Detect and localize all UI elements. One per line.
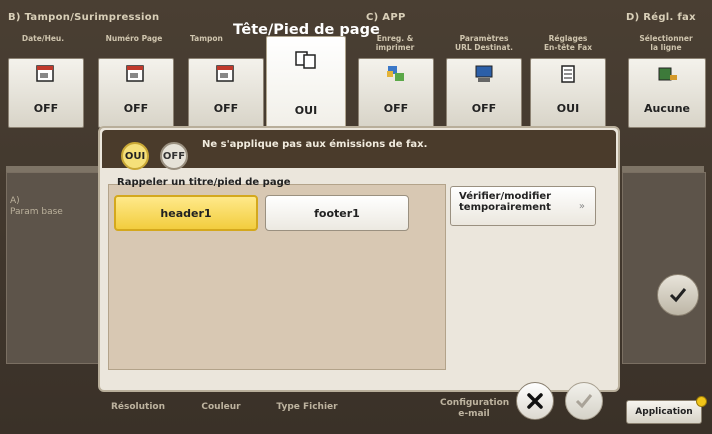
tile-value: OFF [471,102,497,115]
check-icon [575,394,593,409]
tile-label-url-destination: Paramètres URL Destinat. [454,34,514,52]
tile-value: OFF [123,102,149,115]
tile-fax-header[interactable]: OUI [530,58,606,128]
tile-value: OFF [213,102,239,115]
bottom-file-type[interactable]: Type Fichier [272,402,342,412]
application-button[interactable]: Application [626,400,702,424]
double-chevron-right-icon: » [578,201,585,212]
tile-label-stamp: Tampon [190,34,223,43]
tile-value: OUI [294,104,318,117]
screen: B) Tampon/Surimpression C) APP D) Régl. … [0,0,712,434]
tile-label-date: Date/Heu. [21,34,65,43]
toggle-off-button[interactable]: OFF [160,142,188,170]
tile-url-destination[interactable]: OFF [446,58,522,128]
fax-note: Ne s'applique pas aux émissions de fax. [202,139,428,150]
left-panel-text: A) Param base [10,196,63,217]
save-print-icon [387,66,404,81]
right-panel [622,172,706,364]
fax-header-icon [561,65,575,83]
cancel-button[interactable] [516,382,554,420]
footer1-button[interactable]: footer1 [265,195,409,231]
tile-save-print[interactable]: OFF [358,58,434,128]
tile-value: Aucune [644,102,690,115]
tile-label-page-number: Numéro Page [105,34,163,43]
tile-value: OFF [33,102,59,115]
tile-select-line[interactable]: Aucune [628,58,706,128]
group-title-fax: D) Régl. fax [626,12,696,23]
tile-header-footer[interactable]: OUI [266,36,346,128]
verify-modify-label: Vérifier/modifier temporairement [459,191,552,213]
bottom-email-config[interactable]: Configuration e-mail [440,398,509,420]
check-icon [669,288,687,303]
header-footer-icon [295,51,316,69]
background-confirm-button[interactable] [657,274,699,316]
tile-value: OFF [383,102,409,115]
url-destination-icon [475,65,493,82]
notification-dot [696,396,707,407]
toggle-on-button[interactable]: OUI [121,142,149,170]
bottom-resolution[interactable]: Résolution [106,402,170,412]
calendar-icon [36,65,54,82]
tile-date-time[interactable]: OFF [8,58,84,128]
ok-button[interactable] [565,382,603,420]
stamp-icon [216,65,234,82]
tile-label-select-line: Sélectionner la ligne [639,34,693,52]
header1-button[interactable]: header1 [114,195,258,231]
recall-label: Rappeler un titre/pied de page [117,177,291,188]
tile-value: OUI [556,102,580,115]
fax-line-icon [658,67,677,81]
group-title-stamp: B) Tampon/Surimpression [8,12,160,23]
verify-modify-button[interactable]: Vérifier/modifier temporairement » [450,186,596,226]
bottom-color[interactable]: Couleur [196,402,246,412]
page-number-icon [126,65,144,82]
tile-page-number[interactable]: OFF [98,58,174,128]
tile-label-fax-header: Réglages En-tête Fax [543,34,593,52]
close-icon [527,393,543,409]
tile-stamp[interactable]: OFF [188,58,264,128]
